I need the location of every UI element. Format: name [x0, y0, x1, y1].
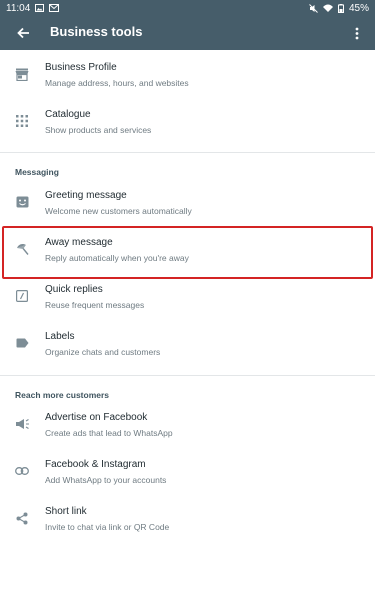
share-icon [14, 510, 30, 526]
list-item-catalogue[interactable]: Catalogue Show products and services [0, 101, 375, 147]
battery-icon [337, 3, 344, 13]
item-subtitle: Show products and services [45, 125, 152, 135]
item-title: Business Profile [45, 62, 117, 73]
grid-icon [14, 113, 30, 129]
list-item-labels[interactable]: Labels Organize chats and customers [0, 323, 375, 369]
item-subtitle: Reuse frequent messages [45, 300, 145, 310]
section-divider [0, 375, 375, 376]
section-divider [0, 152, 375, 153]
item-subtitle: Welcome new customers automatically [45, 206, 192, 216]
list-item-advertise-facebook[interactable]: Advertise on Facebook Create ads that le… [0, 404, 375, 450]
gmail-icon [49, 4, 60, 12]
status-bar: 11:04 45% [0, 0, 375, 16]
list-item-business-profile[interactable]: Business Profile Manage address, hours, … [0, 54, 375, 100]
section-header-messaging: Messaging [15, 167, 59, 177]
item-subtitle: Create ads that lead to WhatsApp [45, 428, 173, 438]
label-icon [14, 335, 30, 351]
image-notification-icon [35, 4, 45, 12]
item-title: Catalogue [45, 109, 91, 120]
item-title: Quick replies [45, 284, 103, 295]
item-title: Greeting message [45, 190, 127, 201]
more-vert-icon [355, 27, 359, 39]
item-title: Labels [45, 331, 75, 342]
item-title: Short link [45, 506, 87, 517]
arrow-back-icon [16, 27, 29, 39]
item-subtitle: Manage address, hours, and websites [45, 78, 189, 88]
item-subtitle: Add WhatsApp to your accounts [45, 475, 167, 485]
item-title: Advertise on Facebook [45, 412, 148, 423]
list-item-quick-replies[interactable]: Quick replies Reuse frequent messages [0, 276, 375, 322]
app-bar: Business tools [0, 16, 375, 50]
list-item-greeting-message[interactable]: Greeting message Welcome new customers a… [0, 182, 375, 228]
more-options-button[interactable] [353, 24, 361, 42]
item-subtitle: Organize chats and customers [45, 347, 161, 357]
section-header-reach: Reach more customers [15, 390, 110, 400]
greeting-icon [14, 194, 30, 210]
back-button[interactable] [14, 24, 32, 42]
list-item-short-link[interactable]: Short link Invite to chat via link or QR… [0, 498, 375, 544]
battery-level: 45% [348, 2, 369, 14]
highlight-box [2, 226, 373, 279]
store-icon [14, 66, 30, 82]
item-subtitle: Invite to chat via link or QR Code [45, 522, 170, 532]
mute-icon [309, 3, 318, 13]
quick-reply-icon [14, 288, 30, 304]
link-icon [14, 463, 30, 479]
page-title: Business tools [50, 24, 143, 39]
clock: 11:04 [6, 2, 31, 14]
list-item-facebook-instagram[interactable]: Facebook & Instagram Add WhatsApp to you… [0, 451, 375, 497]
item-title: Facebook & Instagram [45, 459, 146, 470]
wifi-icon [322, 4, 333, 12]
megaphone-icon [14, 416, 30, 432]
